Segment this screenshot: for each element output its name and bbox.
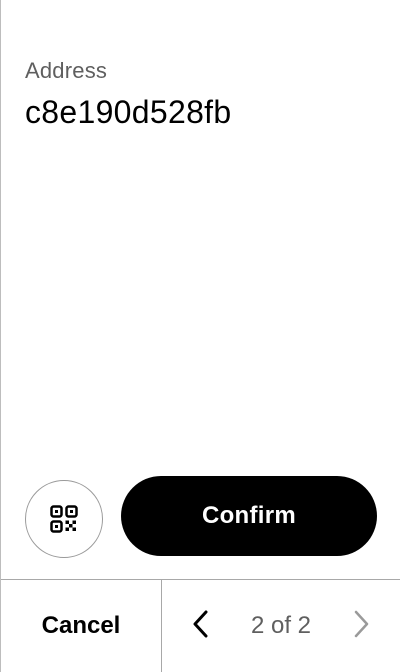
- next-page-button[interactable]: [341, 602, 381, 650]
- address-label: Address: [25, 58, 108, 83]
- qr-code-icon: [50, 505, 78, 533]
- cancel-button[interactable]: Cancel: [1, 580, 161, 672]
- footer-bar: Cancel 2 of 2: [1, 579, 400, 672]
- chevron-left-icon: [191, 609, 211, 644]
- previous-page-button[interactable]: [181, 602, 221, 650]
- address-confirm-screen: Address c8e190d528fb Confirm Cancel 2 of…: [0, 0, 400, 672]
- show-qr-button[interactable]: [25, 480, 103, 558]
- page-indicator: 2 of 2: [250, 612, 312, 639]
- address-value: c8e190d528fb: [25, 94, 232, 130]
- confirm-button[interactable]: Confirm: [121, 476, 377, 556]
- footer-divider: [161, 580, 162, 672]
- chevron-right-icon: [351, 609, 371, 644]
